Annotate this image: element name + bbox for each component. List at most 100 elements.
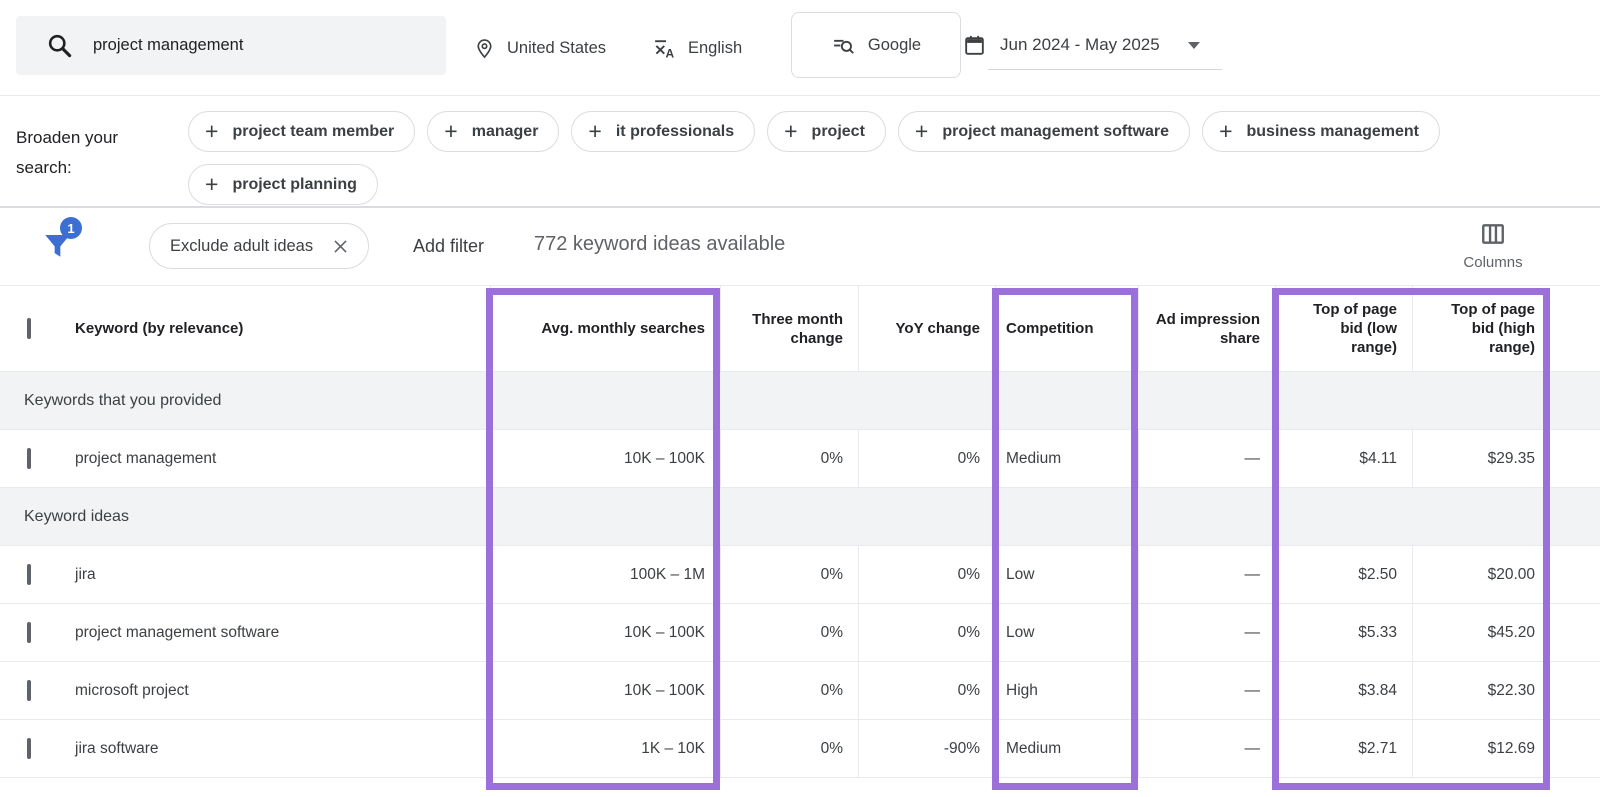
keyword-chip[interactable]: +project team member [188, 111, 415, 152]
three-month-cell: 0% [720, 430, 858, 487]
competition-cell: Medium [995, 430, 1138, 487]
three-month-cell: 0% [720, 662, 858, 719]
chip-label: project planning [232, 176, 356, 194]
table-row: jira 100K – 1M 0% 0% Low — $2.50 $20.00 [0, 546, 1600, 604]
date-range-selector[interactable]: Jun 2024 - May 2025 [962, 22, 1200, 68]
table-header-row: Keyword (by relevance) Avg. monthly sear… [0, 285, 1600, 372]
chip-label: it professionals [616, 123, 734, 141]
avg-searches-cell: 10K – 100K [490, 430, 720, 487]
language-selector[interactable]: A English [652, 0, 742, 96]
chip-label: project [812, 123, 865, 141]
chip-label: business management [1247, 123, 1420, 141]
avg-searches-cell: 10K – 100K [490, 662, 720, 719]
date-range-underline [988, 69, 1222, 70]
keyword-cell: project management [70, 450, 490, 468]
row-checkbox[interactable] [27, 564, 31, 585]
table-row: project management 10K – 100K 0% 0% Medi… [0, 430, 1600, 488]
exclude-chip-label: Exclude adult ideas [170, 237, 313, 256]
network-icon [831, 33, 856, 58]
keyword-cell: jira [70, 566, 490, 584]
network-selector[interactable]: Google [791, 12, 961, 78]
location-selector[interactable]: United States [473, 0, 606, 96]
section-row-keyword-ideas: Keyword ideas [0, 488, 1600, 546]
bid-high-cell: $45.20 [1412, 604, 1550, 661]
column-header-ad-impression-share[interactable]: Ad impression share [1138, 286, 1275, 371]
close-icon[interactable] [331, 237, 350, 256]
keyword-chip[interactable]: +it professionals [571, 111, 755, 152]
keyword-cell: microsoft project [70, 682, 490, 700]
column-header-yoy-change[interactable]: YoY change [858, 286, 995, 371]
chip-label: project team member [232, 123, 394, 141]
keyword-chip[interactable]: +project [767, 111, 886, 152]
keyword-table: Keyword (by relevance) Avg. monthly sear… [0, 285, 1600, 778]
select-all-checkbox[interactable] [27, 318, 31, 339]
competition-cell: Low [995, 604, 1138, 661]
competition-cell: Low [995, 546, 1138, 603]
column-header-top-bid-high[interactable]: Top of page bid (high range) [1412, 286, 1550, 371]
calendar-icon [962, 33, 987, 58]
yoy-cell: 0% [858, 546, 995, 603]
plus-icon: + [915, 120, 928, 143]
plus-icon: + [205, 173, 218, 196]
keyword-cell: jira software [70, 740, 490, 758]
topbar-divider [0, 95, 1600, 96]
column-header-avg-monthly-searches[interactable]: Avg. monthly searches [490, 286, 720, 371]
competition-cell: Medium [995, 720, 1138, 777]
translate-icon: A [652, 36, 677, 61]
ad-share-cell: — [1138, 720, 1275, 777]
plus-icon: + [444, 120, 457, 143]
bid-low-cell: $5.33 [1275, 604, 1412, 661]
location-pin-icon [473, 37, 496, 60]
columns-label: Columns [1463, 254, 1522, 271]
keyword-chip[interactable]: +manager [427, 111, 559, 152]
plus-icon: + [1219, 120, 1232, 143]
ad-share-cell: — [1138, 430, 1275, 487]
keyword-search-box[interactable] [16, 16, 446, 75]
competition-cell: High [995, 662, 1138, 719]
avg-searches-cell: 10K – 100K [490, 604, 720, 661]
avg-searches-cell: 1K – 10K [490, 720, 720, 777]
column-header-three-month-change[interactable]: Three month change [720, 286, 858, 371]
bid-high-cell: $12.69 [1412, 720, 1550, 777]
keyword-cell: project management software [70, 624, 490, 642]
search-input[interactable] [93, 36, 413, 55]
column-header-competition[interactable]: Competition [995, 286, 1138, 371]
section-row-keywords-provided: Keywords that you provided [0, 372, 1600, 430]
broaden-search-label: Broaden your search: [16, 123, 156, 183]
bid-high-cell: $20.00 [1412, 546, 1550, 603]
table-row: project management software 10K – 100K 0… [0, 604, 1600, 662]
column-header-top-bid-low[interactable]: Top of page bid (low range) [1275, 286, 1412, 371]
add-filter-button[interactable]: Add filter [413, 236, 484, 257]
row-checkbox[interactable] [27, 622, 31, 643]
row-checkbox[interactable] [27, 448, 31, 469]
ad-share-cell: — [1138, 662, 1275, 719]
bid-low-cell: $2.50 [1275, 546, 1412, 603]
date-range-label: Jun 2024 - May 2025 [1000, 35, 1160, 55]
section-divider [0, 206, 1600, 208]
search-icon [46, 32, 73, 59]
keyword-chip[interactable]: + business management [1202, 111, 1440, 152]
exclude-adult-ideas-chip[interactable]: Exclude adult ideas [149, 223, 369, 269]
results-count: 772 keyword ideas available [534, 233, 785, 256]
keyword-chip[interactable]: + project management software [898, 111, 1190, 152]
avg-searches-cell: 100K – 1M [490, 546, 720, 603]
three-month-cell: 0% [720, 720, 858, 777]
row-checkbox[interactable] [27, 680, 31, 701]
filter-count-badge: 1 [60, 217, 82, 239]
table-row: jira software 1K – 10K 0% -90% Medium — … [0, 720, 1600, 778]
bid-high-cell: $22.30 [1412, 662, 1550, 719]
three-month-cell: 0% [720, 546, 858, 603]
network-label: Google [868, 36, 921, 55]
columns-button[interactable]: Columns [1450, 221, 1536, 271]
keyword-chip[interactable]: + project planning [188, 164, 378, 205]
ad-share-cell: — [1138, 546, 1275, 603]
three-month-cell: 0% [720, 604, 858, 661]
yoy-cell: 0% [858, 430, 995, 487]
table-row: microsoft project 10K – 100K 0% 0% High … [0, 662, 1600, 720]
bid-low-cell: $4.11 [1275, 430, 1412, 487]
row-checkbox[interactable] [27, 738, 31, 759]
svg-text:A: A [666, 46, 675, 60]
dropdown-arrow-icon [1188, 42, 1200, 49]
chip-label: project management software [942, 123, 1169, 141]
column-header-keyword[interactable]: Keyword (by relevance) [70, 319, 490, 338]
